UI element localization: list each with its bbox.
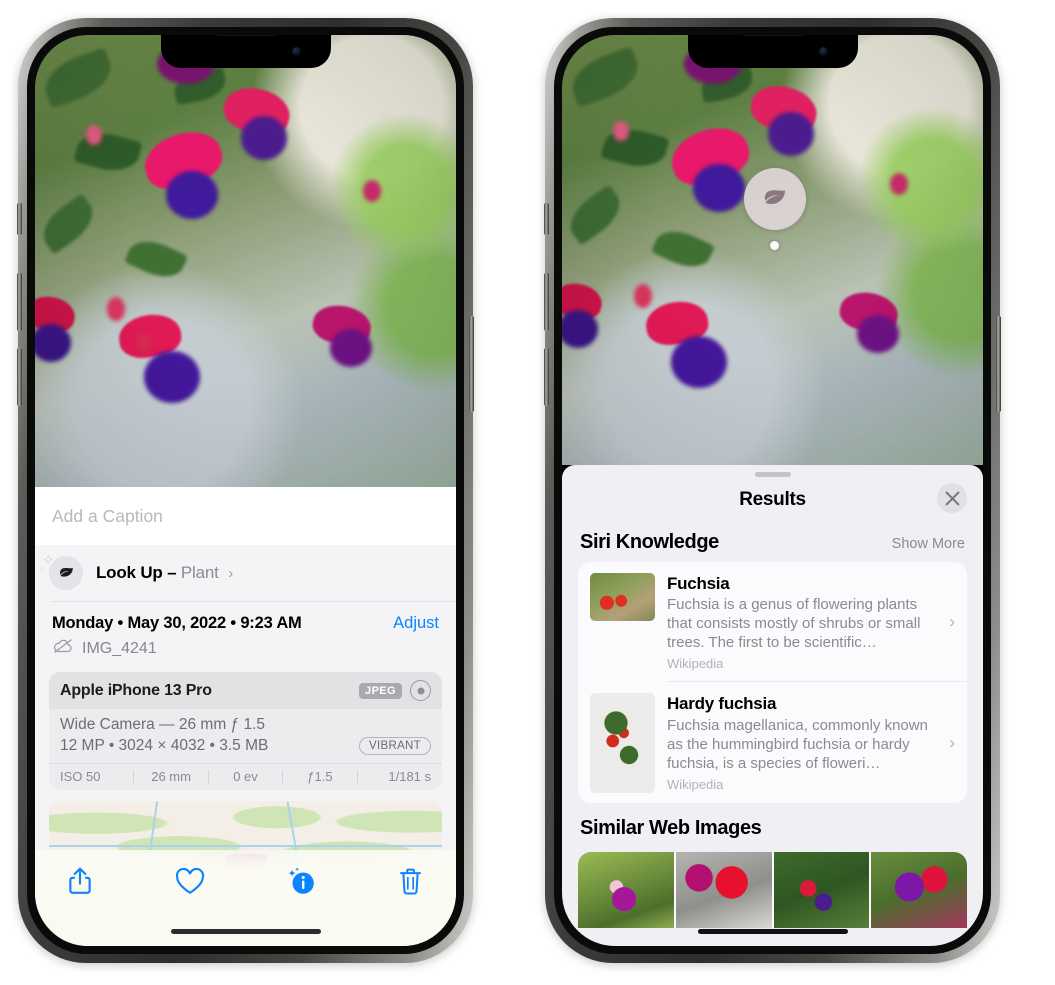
device-notch (687, 35, 858, 68)
iphone-device-right: Results Siri Knowledge Show More Fuchsia… (544, 18, 1001, 963)
device-notch (160, 35, 331, 68)
look-up-row[interactable]: ✧ ✧ Look Up – Plant › (35, 545, 456, 601)
look-up-title: Look Up (96, 563, 163, 582)
file-name: IMG_4241 (82, 639, 157, 657)
side-power-button[interactable] (469, 316, 474, 412)
web-image-thumb[interactable] (871, 852, 967, 929)
exif-ev: 0 ev (233, 769, 258, 784)
info-button[interactable] (284, 864, 318, 898)
camera-info-card[interactable]: Apple iPhone 13 Pro JPEG Wide Camera — 2… (49, 672, 442, 790)
exif-row: ISO 50 26 mm 0 ev ƒ1.5 1/181 s (49, 763, 442, 790)
volume-down-button[interactable] (544, 348, 549, 406)
chevron-right-icon: › (949, 732, 955, 752)
knowledge-thumbnail (590, 573, 655, 621)
siri-knowledge-card: Fuchsia Fuchsia is a genus of flowering … (578, 562, 967, 804)
adjust-button[interactable]: Adjust (393, 614, 439, 633)
look-up-kind: Plant (180, 563, 219, 582)
visual-lookup-leaf-icon[interactable] (744, 168, 806, 230)
results-title: Results (739, 489, 806, 510)
home-indicator[interactable] (170, 929, 321, 934)
knowledge-thumbnail (590, 693, 655, 794)
photo-viewer[interactable] (35, 35, 456, 487)
photo-vignette (35, 35, 456, 487)
knowledge-description: Fuchsia magellanica, commonly known as t… (667, 716, 928, 772)
exif-focal: 26 mm (151, 769, 191, 784)
caption-input-row[interactable]: Add a Caption (35, 487, 456, 545)
earpiece-speaker (214, 35, 277, 36)
aperture-icon (410, 680, 431, 701)
photo-vignette (562, 35, 983, 465)
favorite-button[interactable] (173, 864, 207, 898)
similar-web-images-strip[interactable] (578, 852, 967, 929)
web-image-thumb[interactable] (773, 852, 872, 929)
cloud-slash-icon (52, 638, 74, 659)
caption-placeholder: Add a Caption (52, 505, 163, 526)
knowledge-title: Fuchsia (667, 574, 730, 593)
web-image-thumb[interactable] (578, 852, 676, 929)
volume-down-button[interactable] (17, 348, 22, 406)
volume-up-button[interactable] (17, 273, 22, 331)
similar-web-images-header: Similar Web Images (562, 803, 983, 846)
look-up-dash: – (167, 563, 177, 582)
device-model: Apple iPhone 13 Pro (60, 681, 212, 699)
screen-left: Add a Caption ✧ ✧ Look Up – Plant › Mond… (35, 35, 456, 946)
volume-up-button[interactable] (544, 273, 549, 331)
share-button[interactable] (63, 864, 97, 898)
exif-shutter: 1/181 s (388, 769, 432, 784)
mute-switch[interactable] (17, 203, 22, 235)
look-up-label: Look Up – Plant › (96, 563, 233, 583)
list-item[interactable]: Hardy fuchsia Fuchsia magellanica, commo… (578, 682, 967, 803)
sparkle-small-icon: ✧ (38, 564, 46, 574)
exif-iso: ISO 50 (60, 769, 101, 784)
knowledge-description: Fuchsia is a genus of flowering plants t… (667, 596, 921, 652)
earpiece-speaker (741, 35, 804, 36)
show-more-button[interactable]: Show More (892, 536, 965, 552)
close-icon[interactable] (937, 483, 967, 513)
knowledge-title: Hardy fuchsia (667, 694, 777, 714)
photo-date: Monday • May 30, 2022 • 9:23 AM (52, 614, 302, 632)
specs-row: 12 MP • 3024 × 4032 • 3.5 MB VIBRANT (60, 737, 431, 755)
side-power-button[interactable] (996, 316, 1001, 412)
date-block: Monday • May 30, 2022 • 9:23 AM Adjust I… (35, 602, 456, 668)
knowledge-body: Hardy fuchsia Fuchsia magellanica, commo… (667, 693, 955, 793)
home-indicator[interactable] (697, 929, 848, 934)
siri-knowledge-title: Siri Knowledge (580, 531, 719, 553)
knowledge-source: Wikipedia (667, 656, 724, 672)
results-sheet: Results Siri Knowledge Show More Fuchsia… (562, 465, 983, 946)
photo-viewer[interactable] (562, 35, 983, 465)
visual-lookup-anchor-dot (770, 241, 779, 250)
mute-switch[interactable] (544, 203, 549, 235)
front-camera-icon (818, 47, 828, 56)
front-camera-icon (291, 47, 301, 56)
screen-right: Results Siri Knowledge Show More Fuchsia… (562, 35, 983, 946)
device-bezel: Results Siri Knowledge Show More Fuchsia… (554, 27, 991, 954)
similar-web-images-title: Similar Web Images (580, 817, 762, 840)
format-badge: JPEG (359, 682, 402, 699)
file-row: IMG_4241 (52, 638, 439, 659)
device-bezel: Add a Caption ✧ ✧ Look Up – Plant › Mond… (27, 27, 464, 954)
info-lower-section: ✧ ✧ Look Up – Plant › Monday • May 30, 2… (35, 545, 456, 875)
chevron-right-icon: › (949, 611, 955, 631)
knowledge-body: Fuchsia Fuchsia is a genus of flowering … (667, 573, 955, 671)
camera-card-body: Wide Camera — 26 mm ƒ 1.5 12 MP • 3024 ×… (49, 709, 442, 763)
photographic-style-badge: VIBRANT (359, 737, 431, 755)
siri-knowledge-header: Siri Knowledge Show More (562, 523, 983, 562)
iphone-device-left: Add a Caption ✧ ✧ Look Up – Plant › Mond… (17, 18, 474, 963)
web-image-thumb[interactable] (675, 852, 774, 929)
delete-button[interactable] (394, 864, 428, 898)
date-row: Monday • May 30, 2022 • 9:23 AM Adjust (52, 614, 439, 633)
lens-line: Wide Camera — 26 mm ƒ 1.5 (60, 716, 266, 733)
map-road (49, 845, 442, 848)
knowledge-source: Wikipedia (667, 776, 724, 792)
toolbar-row (35, 850, 456, 898)
chevron-right-icon: › (228, 565, 233, 582)
camera-card-header-right: JPEG (359, 680, 431, 701)
results-header: Results (562, 477, 983, 523)
exif-aperture: ƒ1.5 (307, 769, 333, 784)
specs-line: 12 MP • 3024 × 4032 • 3.5 MB (60, 737, 269, 754)
list-item[interactable]: Fuchsia Fuchsia is a genus of flowering … (578, 562, 967, 681)
camera-card-header: Apple iPhone 13 Pro JPEG (49, 672, 442, 709)
